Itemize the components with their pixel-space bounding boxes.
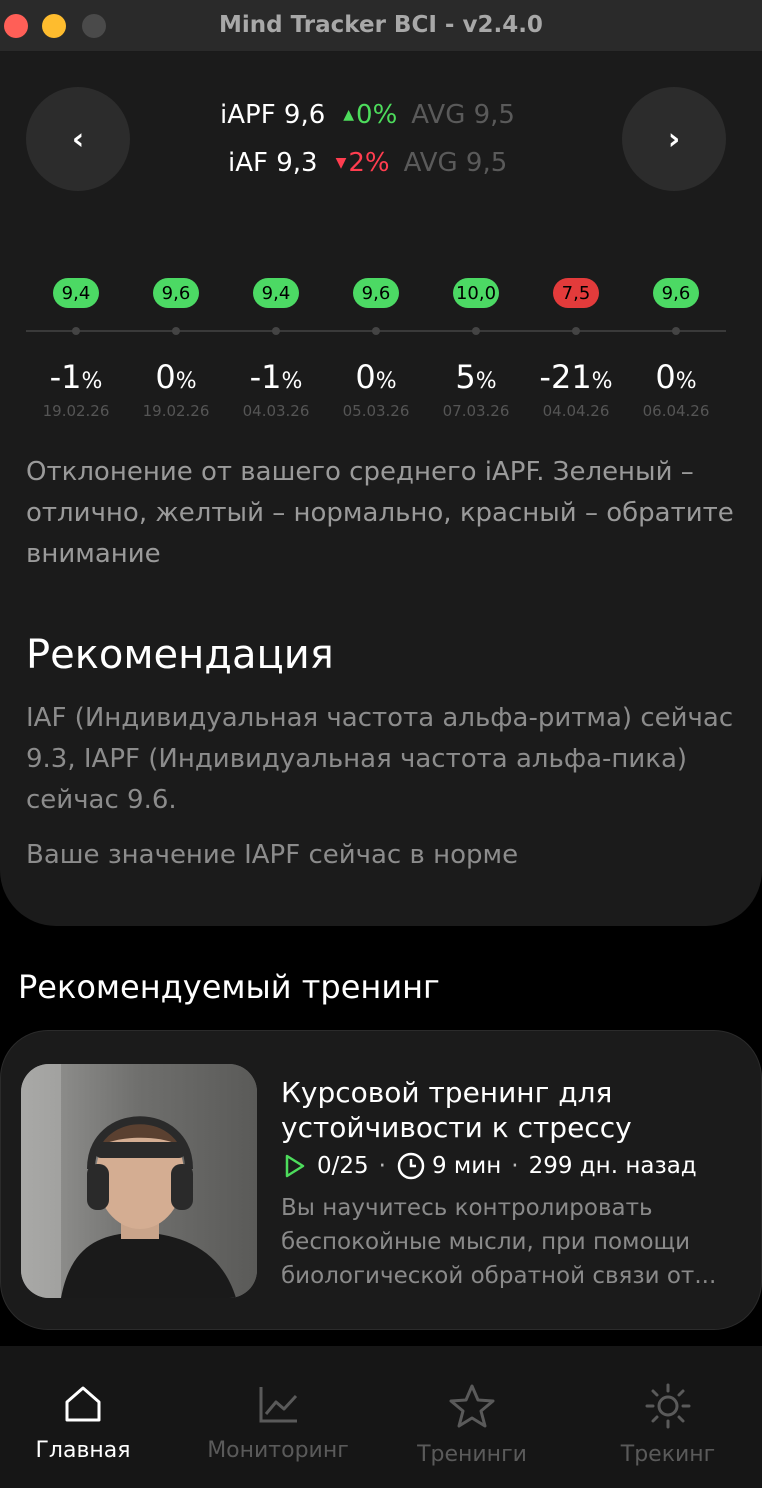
next-button[interactable]: › [622,87,726,191]
nav-label: Тренинги [417,1442,527,1467]
percent-sign: % [375,369,397,394]
iaf-metric: iAF 9,3 ▼2% AVG 9,5 [228,148,507,178]
training-card[interactable]: Курсовой тренинг для устойчивости к стре… [0,1030,762,1330]
training-thumbnail [21,1064,257,1298]
timeline-percent: 5% [455,358,496,396]
timeline-date: 07.03.26 [442,402,510,420]
training-last-seen: 299 дн. назад [528,1153,697,1179]
timeline-percent: -1% [50,358,103,396]
percent-value: 0 [355,358,376,396]
timeline-date: 04.04.26 [542,402,610,420]
star-icon [449,1384,495,1428]
timeline-dot [272,327,280,335]
metric-average: AVG 9,5 [403,148,508,178]
timeline-date: 19.02.26 [142,402,210,420]
bottom-navigation: Главная Мониторинг Тренинги Трекинг [0,1346,762,1488]
chevron-left-icon: ‹ [71,121,85,157]
recommendation-text: IAF (Индивидуальная частота альфа-ритма)… [26,703,734,815]
meta-separator: · [511,1153,519,1179]
percent-sign: % [675,369,697,394]
meta-separator: · [378,1153,386,1179]
training-progress: 0/25 [317,1153,369,1179]
recommended-training-heading: Рекомендуемый тренинг [18,968,440,1006]
percent-value: -21 [539,358,592,396]
iapf-card: ‹ › iAPF 9,6 ▲0% AVG 9,5 iAF 9,3 ▼2% AVG 9,5… [0,52,762,926]
percent-value: -1 [249,358,282,396]
timeline-percent: -1% [250,358,303,396]
timeline-value-badge: 7,5 [553,278,599,308]
timeline-dot [572,327,580,335]
play-icon [285,1154,305,1178]
percent-value: 5 [455,358,476,396]
clock-icon [397,1152,425,1180]
timeline-date: 04.03.26 [242,402,310,420]
timeline-date: 19.02.26 [42,402,110,420]
nav-trainings[interactable]: Тренинги [377,1382,567,1467]
nav-label: Трекинг [620,1442,716,1467]
metric-average: AVG 9,5 [411,100,515,130]
percent-sign: % [281,369,303,394]
window-title: Mind Tracker BCI - v2.4.0 [219,12,543,38]
timeline-value-badge: 9,6 [353,278,399,308]
timeline-value-badge: 9,6 [653,278,699,308]
metric-change: 0% [356,100,398,130]
timeline-dot [672,327,680,335]
recommendation-status: Ваше значение IAPF сейчас в норме [26,840,519,870]
training-title: Курсовой тренинг для устойчивости к стре… [281,1076,632,1144]
timeline-percent: 0% [155,358,196,396]
triangle-up-icon: ▲ [343,107,355,123]
timeline-value-badge: 10,0 [453,278,499,308]
percent-sign: % [475,369,497,394]
training-duration: 9 мин [431,1153,502,1179]
timeline-value-badge: 9,4 [53,278,99,308]
timeline-value-badge: 9,6 [153,278,199,308]
timeline-dot [372,327,380,335]
deviation-description: Отклонение от вашего среднего iAPF. Зеле… [26,457,734,569]
previous-button[interactable]: ‹ [26,87,130,191]
percent-value: -1 [49,358,82,396]
chevron-right-icon: › [667,121,681,157]
percent-value: 0 [155,358,176,396]
training-description: Вы научитесь контролировать беспокойные … [281,1195,717,1289]
chart-icon [259,1387,298,1423]
percent-value: 0 [655,358,676,396]
metric-name: iAF 9,3 [228,148,318,178]
nav-monitoring[interactable]: Мониторинг [183,1382,373,1463]
nav-label: Главная [35,1438,131,1463]
percent-sign: % [175,369,197,394]
timeline-dot [472,327,480,335]
training-meta: 0/25 · 9 мин · 299 дн. назад [281,1151,697,1181]
timeline-percent: -21% [539,358,612,396]
metric-name: iAPF 9,6 [220,100,326,130]
percent-sign: % [81,369,103,394]
timeline-date: 06.04.26 [642,402,710,420]
iapf-metric: iAPF 9,6 ▲0% AVG 9,5 [220,100,515,130]
home-icon [65,1386,101,1422]
recommendation-heading: Рекомендация [26,632,334,678]
nav-label: Мониторинг [207,1438,349,1463]
timeline-dot [172,327,180,335]
sun-icon [645,1383,691,1429]
timeline-percent: 0% [355,358,396,396]
triangle-down-icon: ▼ [335,155,347,171]
timeline-percent: 0% [655,358,696,396]
timeline-dot [72,327,80,335]
timeline-date: 05.03.26 [342,402,410,420]
timeline-value-badge: 9,4 [253,278,299,308]
metric-change: 2% [348,148,390,178]
percent-sign: % [591,369,613,394]
title-bar: Mind Tracker BCI - v2.4.0 [0,0,762,52]
nav-home[interactable]: Главная [0,1382,178,1463]
nav-tracking[interactable]: Трекинг [573,1382,762,1467]
